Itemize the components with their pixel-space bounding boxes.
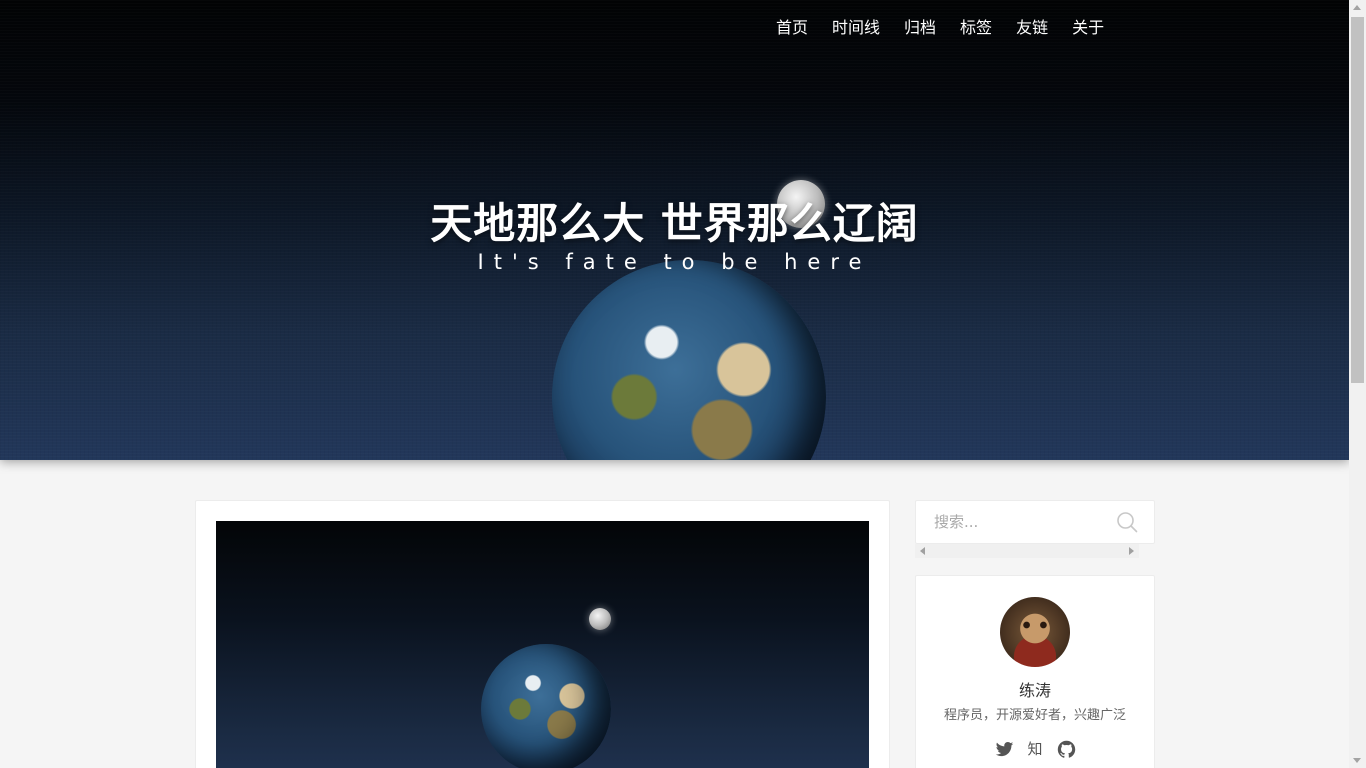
nav-item-tags[interactable]: 标签 <box>948 17 1004 39</box>
moon-image <box>589 608 611 630</box>
earth-image <box>481 644 611 768</box>
site-subtitle: It's fate to be here <box>477 250 872 274</box>
scroll-down-arrow[interactable] <box>1353 758 1361 763</box>
hero-banner: 首页 时间线 归档 标签 友链 关于 天地那么大 世界那么辽阔 It's fat… <box>0 0 1349 460</box>
site-title: 天地那么大 世界那么辽阔 <box>430 199 919 248</box>
scrollbar-thumb[interactable] <box>1351 17 1364 383</box>
zhihu-icon[interactable]: 知 <box>1026 740 1045 759</box>
nav-item-friends[interactable]: 友链 <box>1004 17 1060 39</box>
horizontal-scrollbar[interactable] <box>915 544 1139 558</box>
profile-description: 程序员，开源爱好者，兴趣广泛 <box>943 708 1126 723</box>
scroll-right-arrow[interactable] <box>1129 547 1134 555</box>
profile-card: 练涛 程序员，开源爱好者，兴趣广泛 知 <box>915 575 1155 768</box>
scroll-up-arrow[interactable] <box>1353 5 1361 10</box>
vertical-scrollbar[interactable] <box>1349 0 1366 768</box>
scroll-left-arrow[interactable] <box>920 547 925 555</box>
nav-item-home[interactable]: 首页 <box>764 17 820 39</box>
avatar[interactable] <box>1000 597 1070 667</box>
nav-item-archive[interactable]: 归档 <box>892 17 948 39</box>
profile-name: 练涛 <box>1018 681 1051 700</box>
search-icon[interactable] <box>1116 511 1138 533</box>
social-links: 知 <box>916 740 1154 759</box>
twitter-icon[interactable] <box>995 740 1014 759</box>
nav-item-timeline[interactable]: 时间线 <box>820 17 892 39</box>
main-nav: 首页 时间线 归档 标签 友链 关于 <box>764 17 1116 39</box>
search-box <box>915 500 1155 544</box>
nav-item-about[interactable]: 关于 <box>1060 17 1116 39</box>
github-icon[interactable] <box>1057 740 1076 759</box>
post-cover-image[interactable] <box>216 521 869 768</box>
post-card[interactable] <box>195 500 890 768</box>
search-input[interactable] <box>917 502 1107 542</box>
